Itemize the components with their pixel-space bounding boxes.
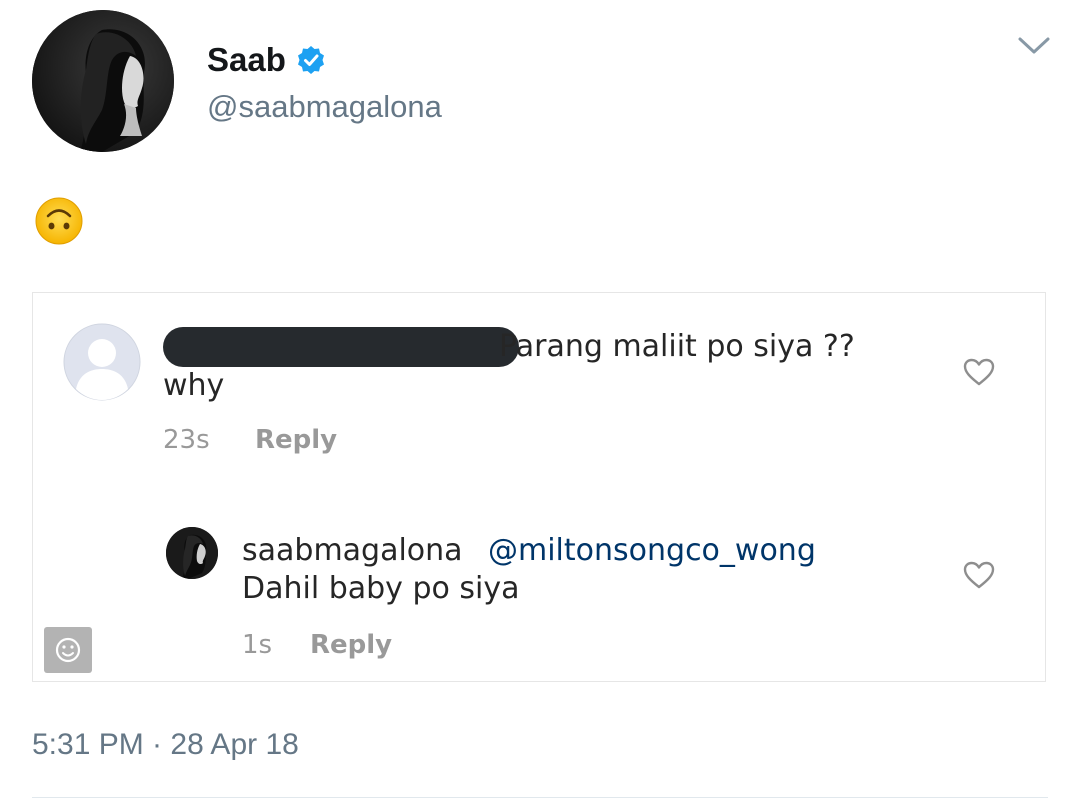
tweet-timestamp[interactable]: 5:31 PM · 28 Apr 18 — [32, 726, 299, 764]
heart-icon[interactable] — [962, 357, 996, 387]
redacted-username — [163, 327, 519, 367]
reply-username[interactable]: saabmagalona — [242, 533, 463, 569]
comment-text-continued: why — [163, 368, 225, 403]
profile-photo — [32, 10, 174, 152]
reply-avatar — [166, 527, 218, 579]
user-handle[interactable]: @saabmagalona — [207, 88, 442, 126]
comment-time: 23s — [163, 425, 210, 455]
reply-mention[interactable]: @miltonsongco_wong — [488, 533, 816, 569]
instagram-comments-screenshot[interactable]: Parang maliit po siya ?? why 23s Reply s… — [32, 292, 1046, 682]
heart-icon[interactable] — [962, 560, 996, 590]
emoji-picker-button[interactable] — [44, 627, 92, 673]
upside-down-face-icon — [35, 197, 83, 245]
profile-photo-small — [166, 527, 218, 579]
profile-avatar[interactable] — [32, 10, 174, 152]
reply-time: 1s — [242, 630, 273, 660]
person-silhouette-icon — [63, 323, 141, 401]
reply-button[interactable]: Reply — [255, 424, 337, 456]
smiley-icon — [55, 637, 81, 663]
reply-button[interactable]: Reply — [310, 629, 392, 661]
reply-text: Dahil baby po siya — [242, 571, 520, 606]
default-avatar — [63, 323, 141, 401]
comment-text: Parang maliit po siya ?? — [499, 329, 855, 364]
divider — [32, 797, 1048, 798]
verified-badge-icon — [298, 46, 324, 74]
display-name[interactable]: Saab — [207, 40, 286, 80]
chevron-down-icon[interactable] — [1016, 34, 1052, 58]
